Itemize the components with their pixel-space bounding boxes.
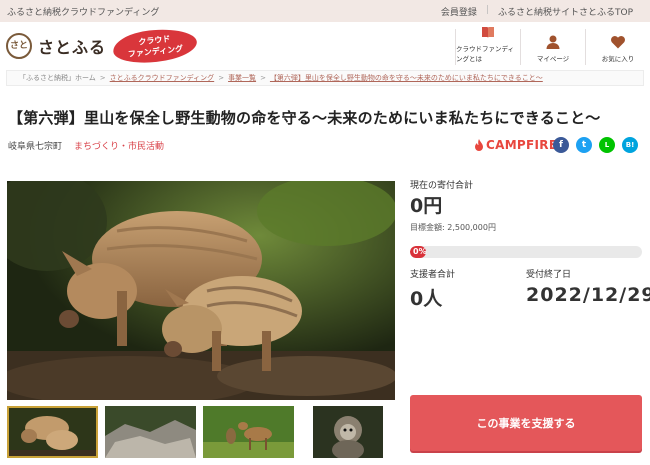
breadcrumb-project-list[interactable]: 事業一覧 xyxy=(228,73,256,83)
project-title: 【第六弾】里山を保全し野生動物の命を守る〜未来のためにいま私たちにできること〜 xyxy=(8,109,601,127)
logo-mark-icon: さと xyxy=(6,33,32,59)
nav-about[interactable]: クラウドファンディングとは xyxy=(455,27,520,65)
flame-icon xyxy=(475,138,483,151)
crowdfunding-badge[interactable]: クラウド ファンディング xyxy=(111,25,199,67)
supporters-block: 支援者合計 0人 xyxy=(410,267,455,311)
breadcrumb: 「ふるさと納税」ホーム > さとふるクラウドファンディング > 事業一覧 > 【… xyxy=(6,70,644,86)
current-total-label: 現在の寄付合計 xyxy=(410,181,474,191)
deadline-block: 受付終了日 2022/12/29 xyxy=(526,267,650,306)
nav-mypage-label: マイページ xyxy=(536,55,570,63)
funding-stats: 現在の寄付合計 0円 目標金額: 2,500,000円 xyxy=(410,178,642,233)
nav-about-label: クラウドファンディングとは xyxy=(456,45,515,63)
deadline-value: 2022/12/29 xyxy=(526,284,650,306)
site-logo[interactable]: さと さとふる xyxy=(6,33,106,59)
top-bar: ふるさと納税クラウドファンディング 会員登録 | ふるさと納税サイトさとふるTO… xyxy=(0,0,650,22)
twitter-share-icon[interactable]: t xyxy=(576,137,592,153)
current-total-value: 0円 xyxy=(410,195,443,217)
share-buttons: f t L B! xyxy=(553,137,638,153)
register-link[interactable]: 会員登録 xyxy=(432,5,486,18)
nav-favorites[interactable]: お気に入り xyxy=(585,29,650,65)
deadline-label: 受付終了日 xyxy=(526,270,572,280)
project-meta: 岐阜県七宗町 まちづくり・市民活動 xyxy=(8,139,164,152)
user-icon xyxy=(545,34,561,50)
campfire-logo[interactable]: CAMPFIRE xyxy=(474,138,557,152)
site-tagline: ふるさと納税クラウドファンディング xyxy=(7,8,160,18)
nav-favorites-label: お気に入り xyxy=(601,55,635,63)
project-category[interactable]: まちづくり・市民活動 xyxy=(74,139,164,152)
thumbnail-deer[interactable] xyxy=(203,406,294,458)
top-links: 会員登録 | ふるさと納税サイトさとふるTOP xyxy=(432,5,642,18)
header-nav: クラウドファンディングとは マイページ お気に入り xyxy=(455,27,650,65)
breadcrumb-separator: > xyxy=(218,74,225,82)
thumbnail-boar[interactable] xyxy=(7,406,98,458)
progress-percent: 0% xyxy=(413,247,427,256)
breadcrumb-crowdfunding[interactable]: さとふるクラウドファンディング xyxy=(110,73,215,83)
book-icon xyxy=(480,24,496,40)
thumbnail-monkey[interactable] xyxy=(313,406,404,458)
supporters-label: 支援者合計 xyxy=(410,270,456,280)
project-location: 岐阜県七宗町 xyxy=(8,142,63,152)
funding-progress-bar: 0% xyxy=(410,246,642,258)
line-share-icon[interactable]: L xyxy=(599,137,615,153)
hatena-share-icon[interactable]: B! xyxy=(622,137,638,153)
nav-mypage[interactable]: マイページ xyxy=(520,29,585,65)
breadcrumb-separator: > xyxy=(260,74,266,82)
supporters-value: 0人 xyxy=(410,288,443,310)
facebook-share-icon[interactable]: f xyxy=(553,137,569,153)
satofull-top-link[interactable]: ふるさと納税サイトさとふるTOP xyxy=(489,5,642,18)
thumbnail-rocks[interactable] xyxy=(105,406,196,458)
goal-amount: 目標金額: 2,500,000円 xyxy=(410,223,496,232)
breadcrumb-separator: > xyxy=(99,74,106,82)
photo-thumbnails xyxy=(7,406,404,458)
site-header: さと さとふる クラウド ファンディング クラウドファンディングとは マイページ… xyxy=(0,22,650,68)
support-project-button[interactable]: この事業を支援する xyxy=(410,395,642,451)
breadcrumb-home[interactable]: 「ふるさと納税」ホーム xyxy=(19,73,96,83)
campfire-text: CAMPFIRE xyxy=(486,138,558,152)
logo-text: さとふる xyxy=(38,38,107,57)
main-photo-boar-piglets xyxy=(7,181,395,400)
heart-icon xyxy=(610,34,626,50)
breadcrumb-current[interactable]: 【第六弾】里山を保全し野生動物の命を守る〜未来のためにいま私たちにできること〜 xyxy=(270,73,543,83)
